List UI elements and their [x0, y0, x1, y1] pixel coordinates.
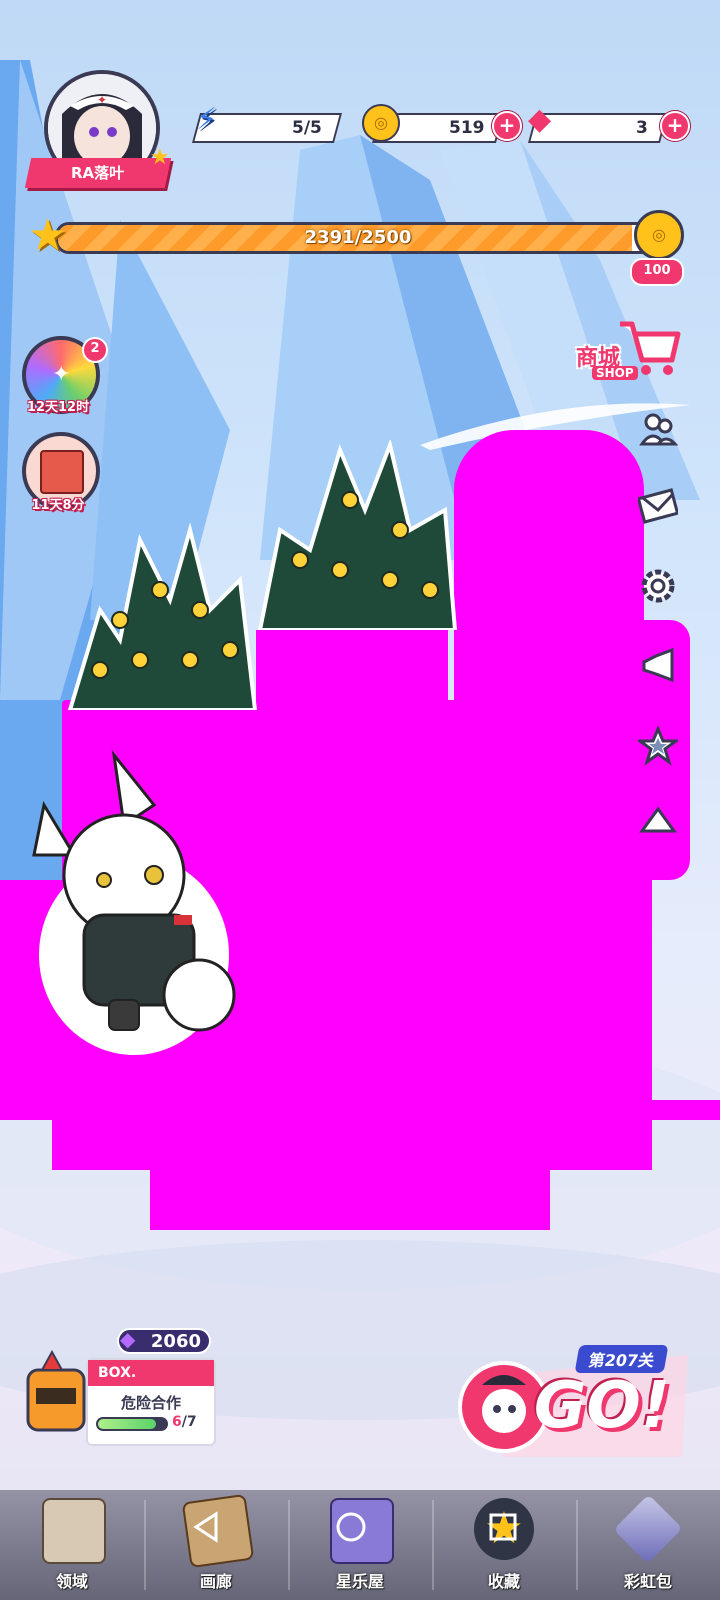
collapse-arrow-icon[interactable]	[638, 800, 678, 840]
player-name: RA落叶	[71, 164, 125, 182]
box-mission-title: 危险合作	[120, 1394, 181, 1412]
tab-gallery-label: 画廊	[199, 1572, 232, 1591]
go-button[interactable]: 第207关 GO!	[452, 1345, 692, 1465]
power-gem-icon: ◆	[120, 1327, 136, 1351]
shop-label-en: SHOP	[592, 366, 638, 380]
masked-region-tower	[256, 630, 448, 710]
tab-rainbow-pack-label: 彩虹包	[623, 1572, 672, 1591]
vip-star-icon: ★	[150, 145, 170, 170]
energy-icon: ⚡	[196, 102, 218, 137]
svg-text:✦: ✦	[97, 93, 107, 107]
territory-icon	[42, 1498, 106, 1564]
box-mission-card[interactable]: BOX. 危险合作	[86, 1358, 216, 1446]
box-mission-progress-bar	[96, 1417, 168, 1431]
mail-icon[interactable]	[638, 486, 678, 526]
rainbow-star-icon: ✦	[52, 362, 71, 387]
masked-region-base	[150, 1160, 550, 1230]
xp-reward-coin-icon[interactable]: ◎	[634, 210, 684, 260]
wolf-character[interactable]	[14, 745, 244, 1055]
xp-reward-amount: 100	[630, 258, 684, 286]
spiky-tree-left	[67, 522, 258, 710]
friends-icon[interactable]	[638, 408, 678, 448]
xp-progress-text: 2391/2500	[304, 227, 412, 248]
spiky-tree-right	[257, 440, 458, 630]
box-character-icon[interactable]	[18, 1349, 92, 1440]
announcement-icon[interactable]	[638, 646, 678, 686]
go-label: GO!	[533, 1369, 670, 1443]
box-mission-progress-count: 6/7	[172, 1414, 197, 1430]
star-icon[interactable]	[638, 726, 678, 766]
gem-icon: ◆	[528, 102, 552, 137]
box-progress-total: /7	[181, 1414, 197, 1430]
coin-icon: ◎	[362, 104, 400, 142]
tab-gallery[interactable]: 画廊	[144, 1490, 288, 1600]
box-progress-current: 6	[172, 1414, 182, 1430]
tab-collection-label: 收藏	[487, 1572, 520, 1591]
tab-fun-house[interactable]: 星乐屋	[288, 1490, 432, 1600]
rainbow-event-timer: 12天12时	[26, 400, 90, 415]
rainbow-event-badge: 2	[82, 337, 108, 363]
coins-value: 519	[448, 118, 485, 138]
add-coins-button[interactable]: +	[492, 111, 522, 141]
rainbow-pack-icon	[613, 1494, 683, 1564]
tab-fun-house-label: 星乐屋	[335, 1572, 384, 1591]
tab-territory-label: 领域	[55, 1572, 88, 1591]
xp-star-icon: ★	[28, 210, 68, 261]
nav-back-icon[interactable]	[190, 1510, 224, 1544]
gift-box-event-timer: 11天8分	[31, 498, 85, 513]
box-mission-progress-fill	[98, 1419, 157, 1429]
energy-value: 5/5	[292, 118, 322, 138]
nav-recents-icon[interactable]	[486, 1510, 520, 1544]
tab-rainbow-pack[interactable]: 彩虹包	[576, 1490, 720, 1600]
tab-territory[interactable]: 领域	[0, 1490, 144, 1600]
tab-collection[interactable]: ★ 收藏	[432, 1490, 576, 1600]
nav-home-icon[interactable]	[334, 1510, 368, 1544]
settings-icon[interactable]	[638, 566, 678, 606]
box-mission-header: BOX.	[88, 1360, 214, 1386]
gems-value: 3	[636, 118, 648, 138]
gift-box-icon	[40, 450, 84, 494]
masked-region-edge	[0, 1100, 720, 1120]
add-gems-button[interactable]: +	[660, 111, 690, 141]
